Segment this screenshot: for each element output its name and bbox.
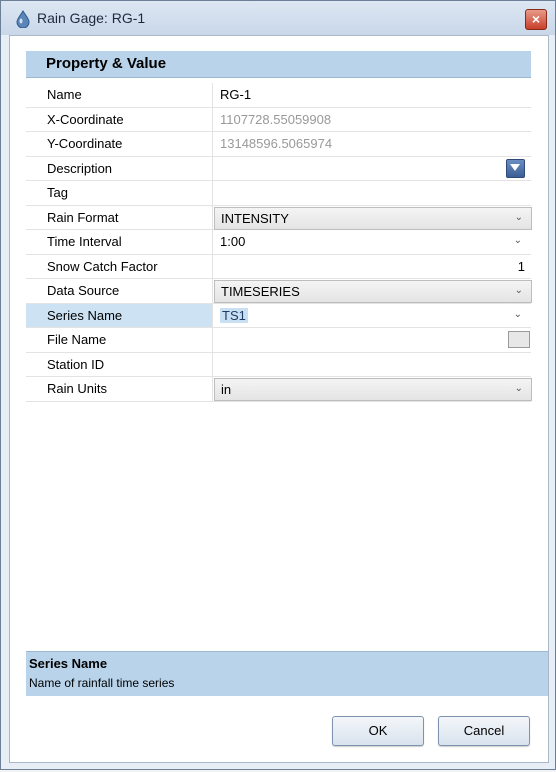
chevron-down-icon: ⌄ (514, 383, 523, 394)
property-row-time-interval[interactable]: Time Interval 1:00 ⌄ (26, 230, 531, 255)
close-button[interactable]: × (525, 9, 547, 30)
property-label: File Name (47, 332, 107, 347)
ok-button[interactable]: OK (332, 716, 424, 746)
property-row-rain-units[interactable]: Rain Units in ⌄ (26, 377, 532, 402)
property-row-x-coordinate[interactable]: X-Coordinate 1107728.55059908 (26, 107, 531, 132)
property-label: Description (47, 160, 113, 176)
cancel-button[interactable]: Cancel (438, 716, 530, 746)
property-grid-header: Property & Value (26, 51, 531, 78)
property-row-tag[interactable]: Tag (26, 181, 531, 206)
property-label: Tag (47, 185, 68, 200)
property-grid-header-label: Property & Value (46, 55, 167, 72)
time-interval-value[interactable]: 1:00 (220, 234, 245, 249)
property-row-file-name[interactable]: File Name (26, 328, 531, 353)
property-grid: Name RG-1 X-Coordinate 1107728.55059908 … (26, 83, 532, 402)
rain-gage-dialog: Rain Gage: RG-1 × Property & Value Name … (0, 0, 556, 770)
property-row-name[interactable]: Name RG-1 (26, 83, 531, 108)
chevron-down-icon[interactable]: ⌄ (514, 309, 522, 320)
property-row-series-name[interactable]: Series Name TS1 ⌄ (26, 303, 531, 328)
name-value[interactable]: RG-1 (220, 87, 251, 102)
property-label: X-Coordinate (47, 111, 124, 127)
property-label: Rain Format (47, 209, 119, 225)
description-edit-button[interactable] (506, 158, 525, 178)
chevron-down-icon: ⌄ (514, 211, 523, 223)
rain-format-value: INTENSITY (221, 210, 289, 226)
property-row-description[interactable]: Description (26, 156, 531, 181)
chevron-down-icon[interactable]: ⌄ (514, 235, 522, 246)
rain-units-value: in (221, 382, 232, 397)
data-source-value: TIMESERIES (221, 284, 300, 299)
x-coordinate-value: 1107728.55059908 (220, 111, 332, 127)
help-title: Series Name (29, 656, 108, 671)
chevron-down-icon: ⌄ (514, 285, 523, 296)
property-label: Name (47, 87, 82, 102)
property-label: Snow Catch Factor (47, 258, 158, 274)
y-coordinate-value: 13148596.5065974 (220, 136, 333, 151)
property-row-snow-catch-factor[interactable]: Snow Catch Factor 1 (26, 254, 531, 279)
property-label: Series Name (47, 307, 123, 323)
data-source-select[interactable]: TIMESERIES ⌄ (214, 280, 532, 303)
property-label: Y-Coordinate (47, 136, 123, 151)
rain-format-select[interactable]: INTENSITY ⌄ (214, 206, 532, 230)
dialog-client-area: Property & Value Name RG-1 X-Coordinate … (9, 35, 549, 763)
file-browse-button[interactable] (508, 331, 530, 348)
property-row-rain-format[interactable]: Rain Format INTENSITY ⌄ (26, 205, 532, 230)
rain-gage-icon (14, 10, 32, 29)
dropdown-arrow-icon (510, 163, 520, 171)
property-label: Station ID (47, 356, 105, 372)
snow-catch-factor-value[interactable]: 1 (518, 259, 525, 274)
series-name-value[interactable]: TS1 (220, 307, 248, 323)
property-label: Rain Units (47, 381, 107, 396)
property-row-data-source[interactable]: Data Source TIMESERIES ⌄ (26, 279, 532, 304)
property-row-y-coordinate[interactable]: Y-Coordinate 13148596.5065974 (26, 132, 531, 157)
property-label: Time Interval (47, 234, 122, 249)
title-bar[interactable]: Rain Gage: RG-1 × (1, 1, 555, 35)
rain-units-select[interactable]: in ⌄ (214, 378, 532, 401)
property-label: Data Source (47, 283, 120, 298)
help-description: Name of rainfall time series (29, 676, 175, 690)
property-help-panel: Series Name Name of rainfall time series (26, 651, 548, 696)
window-title: Rain Gage: RG-1 (37, 10, 146, 26)
property-row-station-id[interactable]: Station ID (26, 352, 531, 377)
